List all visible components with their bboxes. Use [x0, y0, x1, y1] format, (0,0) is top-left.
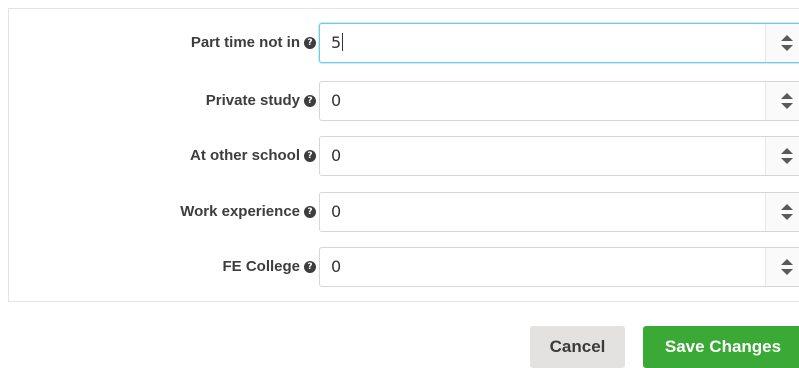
field-label: At other school ? [190, 136, 316, 176]
field-label-text: At other school [189, 147, 300, 164]
input-value[interactable]: 0 [331, 193, 341, 231]
caret-up-icon[interactable] [781, 204, 793, 210]
help-icon[interactable]: ? [304, 206, 316, 218]
input-value[interactable]: 0 [331, 137, 341, 175]
form-row-at-other-school: At other school ? 0 [9, 136, 799, 176]
help-icon[interactable]: ? [304, 95, 316, 107]
help-icon[interactable]: ? [304, 261, 316, 273]
help-icon[interactable]: ? [304, 37, 316, 49]
caret-down-icon[interactable] [781, 269, 793, 275]
field-label-text: Part time not in [190, 34, 300, 51]
caret-down-icon[interactable] [781, 158, 793, 164]
field-label: Private study ? [206, 81, 316, 121]
text-caret [342, 33, 344, 51]
part-time-not-in-input[interactable]: 5 [319, 23, 799, 63]
number-spinner [765, 24, 799, 62]
caret-down-icon[interactable] [781, 103, 793, 109]
caret-down-icon[interactable] [781, 214, 793, 220]
form-panel: Part time not in ? 5 Private study ? 0 A… [8, 8, 799, 302]
number-spinner [765, 248, 799, 286]
caret-up-icon[interactable] [781, 93, 793, 99]
number-spinner [765, 193, 799, 231]
caret-down-icon[interactable] [781, 45, 793, 51]
form-row-work-experience: Work experience ? 0 [9, 192, 799, 232]
input-value[interactable]: 5 [331, 24, 344, 62]
form-row-part-time-not-in: Part time not in ? 5 [9, 23, 799, 63]
input-value[interactable]: 0 [331, 248, 341, 286]
at-other-school-input[interactable]: 0 [319, 136, 799, 176]
form-row-fe-college: FE College ? 0 [9, 247, 799, 287]
field-label: Part time not in ? [191, 23, 316, 63]
field-label-text: FE College [222, 258, 300, 275]
field-label-text: Work experience [180, 203, 300, 220]
cancel-button[interactable]: Cancel [530, 326, 625, 368]
input-value-text: 5 [331, 33, 342, 52]
input-value[interactable]: 0 [331, 82, 341, 120]
help-icon[interactable]: ? [304, 150, 316, 162]
fe-college-input[interactable]: 0 [319, 247, 799, 287]
form-row-private-study: Private study ? 0 [9, 81, 799, 121]
caret-up-icon[interactable] [781, 35, 793, 41]
field-label: Work experience ? [180, 192, 316, 232]
field-label: FE College ? [222, 247, 316, 287]
private-study-input[interactable]: 0 [319, 81, 799, 121]
work-experience-input[interactable]: 0 [319, 192, 799, 232]
caret-up-icon[interactable] [781, 259, 793, 265]
number-spinner [765, 82, 799, 120]
field-label-text: Private study [205, 92, 300, 109]
save-changes-button[interactable]: Save Changes [643, 326, 799, 368]
caret-up-icon[interactable] [781, 148, 793, 154]
number-spinner [765, 137, 799, 175]
